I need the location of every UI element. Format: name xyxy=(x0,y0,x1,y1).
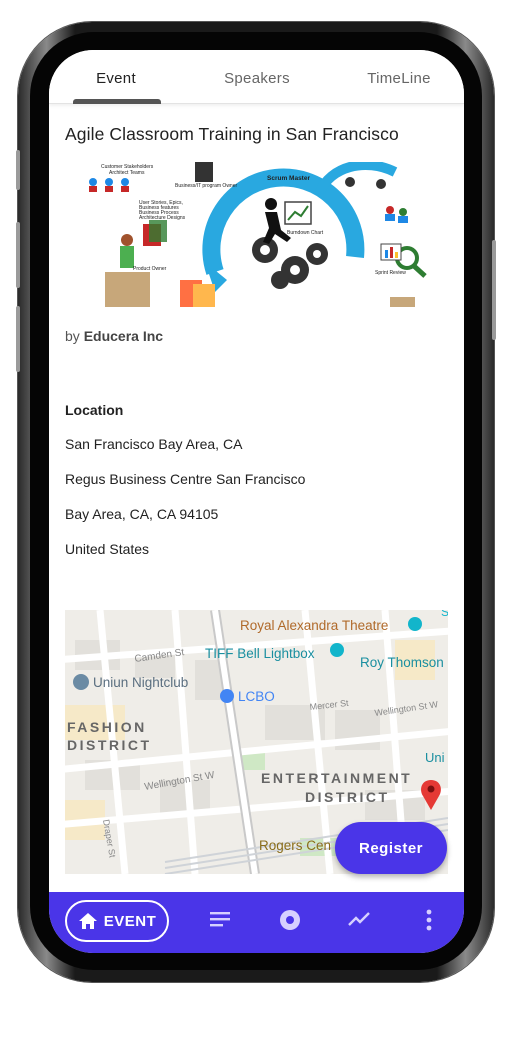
banner-label: Product Owner xyxy=(133,266,167,272)
banner-label: Architect Teams xyxy=(109,170,145,176)
event-title: Agile Classroom Training in San Francisc… xyxy=(65,124,399,144)
location-heading: Location xyxy=(65,402,124,418)
banner-label: Scrum Master xyxy=(267,175,310,182)
organizer-name[interactable]: Educera Inc xyxy=(84,328,163,344)
home-icon xyxy=(78,913,97,929)
map-label: DISTRICT xyxy=(67,737,152,753)
map-label: TIFF Bell Lightbox xyxy=(205,646,315,661)
location-line: United States xyxy=(65,541,150,557)
map-label: Royal Alexandra Theatre xyxy=(240,618,388,633)
banner-label: Burndown Chart xyxy=(287,230,324,236)
register-button[interactable]: Register xyxy=(335,822,447,874)
trending-icon[interactable] xyxy=(347,911,371,927)
tab-bar: Event Speakers TimeLine xyxy=(49,50,464,104)
map-label: Uni xyxy=(425,750,445,765)
phone-side-button xyxy=(16,150,20,190)
map-label: Rogers Cen xyxy=(259,838,331,853)
event-banner-image: Customer Stakeholders Architect Teams Bu… xyxy=(65,162,448,307)
location-line: Bay Area, CA, CA 94105 xyxy=(65,506,219,522)
event-byline: by Educera Inc xyxy=(65,328,163,344)
tab-speakers[interactable]: Speakers xyxy=(209,70,305,87)
banner-label: Business/IT program Owner xyxy=(175,183,237,189)
nav-event-button[interactable]: EVENT xyxy=(65,900,169,942)
phone-side-button xyxy=(16,222,20,288)
location-line: San Francisco Bay Area, CA xyxy=(65,436,243,452)
more-vert-icon[interactable] xyxy=(425,909,433,931)
map-label: DISTRICT xyxy=(305,789,390,805)
tab-timeline[interactable]: TimeLine xyxy=(345,70,453,87)
phone-side-button xyxy=(492,240,496,340)
banner-label: Architecture Designs xyxy=(139,215,186,221)
app-screen: Event Speakers TimeLine Agile Classroom … xyxy=(49,50,464,953)
map-label: FASHION xyxy=(67,719,147,735)
active-tab-indicator xyxy=(73,99,161,104)
map-label: S xyxy=(441,610,448,619)
phone-side-button xyxy=(16,306,20,372)
map-label: Uniun Nightclub xyxy=(93,675,188,690)
record-icon[interactable] xyxy=(279,909,301,931)
map-label: ENTERTAINMENT xyxy=(261,770,412,786)
byline-prefix: by xyxy=(65,328,80,344)
map-label: Roy Thomson xyxy=(360,655,444,670)
banner-label: Sprint Review xyxy=(375,270,406,276)
location-line: Regus Business Centre San Francisco xyxy=(65,471,306,487)
tab-event[interactable]: Event xyxy=(73,70,159,87)
nav-event-label: EVENT xyxy=(103,912,157,930)
notes-icon[interactable] xyxy=(209,910,231,928)
bottom-navigation: EVENT xyxy=(49,892,464,953)
map-label: LCBO xyxy=(238,689,275,704)
